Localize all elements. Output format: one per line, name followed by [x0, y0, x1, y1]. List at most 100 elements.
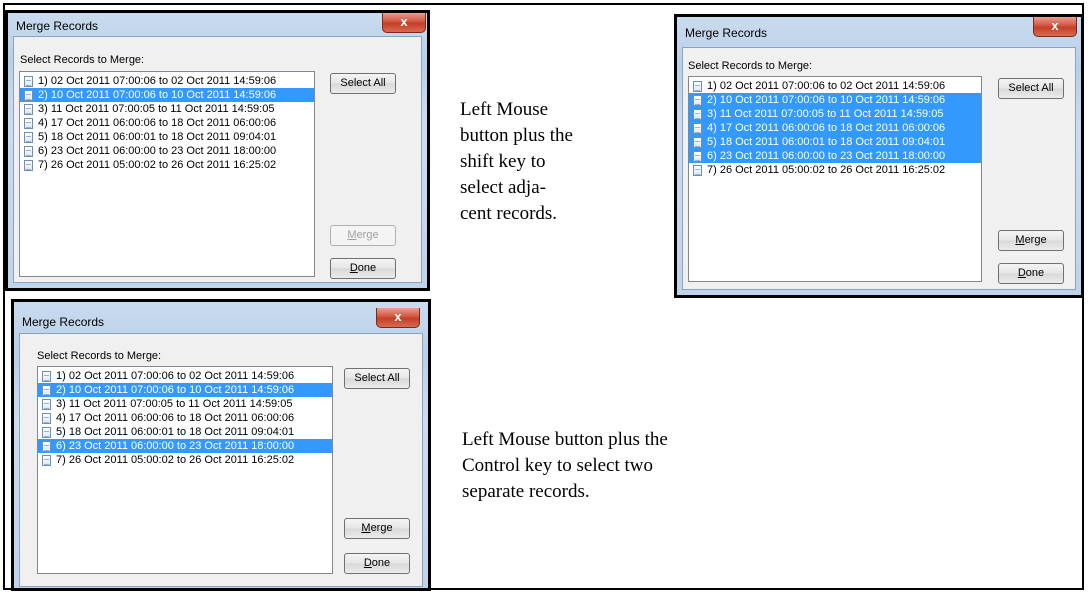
record-file-icon	[24, 89, 33, 101]
record-list-item[interactable]: 2) 10 Oct 2011 07:00:06 to 10 Oct 2011 1…	[689, 93, 981, 107]
record-label: 3) 11 Oct 2011 07:00:05 to 11 Oct 2011 1…	[56, 398, 293, 410]
record-label: 4) 17 Oct 2011 06:00:06 to 18 Oct 2011 0…	[56, 412, 295, 424]
record-file-icon	[24, 131, 33, 143]
record-file-icon	[693, 94, 702, 106]
merge-records-dialog-shift: Merge Records x Select Records to Merge:…	[674, 14, 1084, 298]
merge-label: erge	[356, 229, 379, 241]
record-list-item[interactable]: 5) 18 Oct 2011 06:00:01 to 18 Oct 2011 0…	[689, 135, 981, 149]
record-label: 6) 23 Oct 2011 06:00:00 to 23 Oct 2011 1…	[56, 440, 295, 452]
merge-mnemonic: M	[347, 229, 357, 241]
done-mnemonic: D	[363, 557, 372, 569]
record-list-item[interactable]: 7) 26 Oct 2011 05:00:02 to 26 Oct 2011 1…	[38, 453, 332, 467]
merge-button[interactable]: Merge	[330, 225, 396, 246]
record-file-icon	[42, 384, 51, 396]
record-file-icon	[24, 159, 33, 171]
records-listbox[interactable]: 1) 02 Oct 2011 07:00:06 to 02 Oct 2011 1…	[37, 366, 333, 574]
record-file-icon	[24, 145, 33, 157]
record-label: 2) 10 Oct 2011 07:00:06 to 10 Oct 2011 1…	[38, 89, 277, 101]
shift-caption: Left Mouse button plus the shift key to …	[460, 97, 573, 227]
done-button[interactable]: Done	[998, 263, 1064, 284]
record-list-item[interactable]: 5) 18 Oct 2011 06:00:01 to 18 Oct 2011 0…	[20, 130, 314, 144]
record-list-item[interactable]: 1) 02 Oct 2011 07:00:06 to 02 Oct 2011 1…	[689, 79, 981, 93]
done-label: one	[1025, 267, 1045, 279]
record-file-icon	[693, 80, 702, 92]
close-button[interactable]: x	[382, 13, 426, 33]
record-list-item[interactable]: 2) 10 Oct 2011 07:00:06 to 10 Oct 2011 1…	[38, 383, 332, 397]
record-list-item[interactable]: 1) 02 Oct 2011 07:00:06 to 02 Oct 2011 1…	[38, 369, 332, 383]
record-label: 7) 26 Oct 2011 05:00:02 to 26 Oct 2011 1…	[38, 159, 277, 171]
record-file-icon	[693, 150, 702, 162]
record-label: 5) 18 Oct 2011 06:00:01 to 18 Oct 2011 0…	[707, 136, 946, 148]
record-label: 7) 26 Oct 2011 05:00:02 to 26 Oct 2011 1…	[707, 164, 946, 176]
caption-line: select adja-	[460, 177, 546, 198]
records-listbox[interactable]: 1) 02 Oct 2011 07:00:06 to 02 Oct 2011 1…	[19, 71, 315, 277]
select-all-button[interactable]: Select All	[344, 368, 410, 389]
record-label: 1) 02 Oct 2011 07:00:06 to 02 Oct 2011 1…	[38, 75, 277, 87]
record-file-icon	[24, 117, 33, 129]
record-file-icon	[42, 426, 51, 438]
dialog-title: Merge Records	[16, 19, 99, 33]
record-label: 6) 23 Oct 2011 06:00:00 to 23 Oct 2011 1…	[707, 150, 946, 162]
record-label: 1) 02 Oct 2011 07:00:06 to 02 Oct 2011 1…	[56, 370, 295, 382]
done-label: one	[371, 557, 391, 569]
record-label: 4) 17 Oct 2011 06:00:06 to 18 Oct 2011 0…	[707, 122, 946, 134]
record-file-icon	[693, 136, 702, 148]
record-label: 7) 26 Oct 2011 05:00:02 to 26 Oct 2011 1…	[56, 454, 295, 466]
record-list-item[interactable]: 4) 17 Oct 2011 06:00:06 to 18 Oct 2011 0…	[38, 411, 332, 425]
record-label: 2) 10 Oct 2011 07:00:06 to 10 Oct 2011 1…	[707, 94, 946, 106]
merge-button[interactable]: Merge	[998, 230, 1064, 251]
control-caption: Left Mouse button plus the Control key t…	[462, 427, 668, 505]
record-file-icon	[42, 412, 51, 424]
record-list-item[interactable]: 6) 23 Oct 2011 06:00:00 to 23 Oct 2011 1…	[20, 144, 314, 158]
record-list-item[interactable]: 2) 10 Oct 2011 07:00:06 to 10 Oct 2011 1…	[20, 88, 314, 102]
select-records-label: Select Records to Merge:	[37, 350, 162, 362]
select-all-button[interactable]: Select All	[330, 73, 396, 94]
record-label: 3) 11 Oct 2011 07:00:05 to 11 Oct 2011 1…	[38, 103, 275, 115]
merge-mnemonic: M	[361, 522, 371, 534]
caption-line: cent records.	[460, 203, 558, 224]
merge-label: erge	[1024, 234, 1047, 246]
record-file-icon	[693, 122, 702, 134]
done-mnemonic: D	[1017, 267, 1026, 279]
records-listbox[interactable]: 1) 02 Oct 2011 07:00:06 to 02 Oct 2011 1…	[688, 76, 982, 282]
record-label: 5) 18 Oct 2011 06:00:01 to 18 Oct 2011 0…	[56, 426, 295, 438]
dialog-client-area: Select Records to Merge: 1) 02 Oct 2011 …	[19, 333, 423, 587]
record-file-icon	[24, 75, 33, 87]
close-button[interactable]: x	[376, 308, 420, 328]
record-list-item[interactable]: 1) 02 Oct 2011 07:00:06 to 02 Oct 2011 1…	[20, 74, 314, 88]
close-button[interactable]: x	[1033, 17, 1077, 37]
done-label: one	[357, 262, 377, 274]
record-list-item[interactable]: 3) 11 Oct 2011 07:00:05 to 11 Oct 2011 1…	[20, 102, 314, 116]
merge-records-dialog-single: Merge Records x Select Records to Merge:…	[5, 10, 430, 291]
record-label: 3) 11 Oct 2011 07:00:05 to 11 Oct 2011 1…	[707, 108, 944, 120]
dialog-title: Merge Records	[22, 315, 105, 329]
record-list-item[interactable]: 4) 17 Oct 2011 06:00:06 to 18 Oct 2011 0…	[689, 121, 981, 135]
caption-line: Left Mouse	[460, 99, 549, 120]
record-list-item[interactable]: 7) 26 Oct 2011 05:00:02 to 26 Oct 2011 1…	[20, 158, 314, 172]
record-label: 5) 18 Oct 2011 06:00:01 to 18 Oct 2011 0…	[38, 131, 277, 143]
record-list-item[interactable]: 4) 17 Oct 2011 06:00:06 to 18 Oct 2011 0…	[20, 116, 314, 130]
done-button[interactable]: Done	[330, 258, 396, 279]
caption-line: shift key to	[460, 151, 546, 172]
record-list-item[interactable]: 6) 23 Oct 2011 06:00:00 to 23 Oct 2011 1…	[689, 149, 981, 163]
dialog-client-area: Select Records to Merge: 1) 02 Oct 2011 …	[682, 47, 1076, 290]
record-list-item[interactable]: 7) 26 Oct 2011 05:00:02 to 26 Oct 2011 1…	[689, 163, 981, 177]
record-file-icon	[42, 440, 51, 452]
merge-button[interactable]: Merge	[344, 518, 410, 539]
record-file-icon	[42, 370, 51, 382]
record-list-item[interactable]: 3) 11 Oct 2011 07:00:05 to 11 Oct 2011 1…	[689, 107, 981, 121]
select-records-label: Select Records to Merge:	[20, 54, 145, 66]
done-button[interactable]: Done	[344, 553, 410, 574]
merge-label: erge	[370, 522, 393, 534]
done-mnemonic: D	[349, 262, 358, 274]
record-file-icon	[693, 108, 702, 120]
caption-line: separate records.	[462, 481, 590, 502]
caption-line: Left Mouse button plus the	[462, 429, 668, 450]
dialog-title: Merge Records	[685, 26, 768, 40]
record-list-item[interactable]: 5) 18 Oct 2011 06:00:01 to 18 Oct 2011 0…	[38, 425, 332, 439]
record-list-item[interactable]: 6) 23 Oct 2011 06:00:00 to 23 Oct 2011 1…	[38, 439, 332, 453]
record-list-item[interactable]: 3) 11 Oct 2011 07:00:05 to 11 Oct 2011 1…	[38, 397, 332, 411]
record-label: 4) 17 Oct 2011 06:00:06 to 18 Oct 2011 0…	[38, 117, 277, 129]
record-label: 2) 10 Oct 2011 07:00:06 to 10 Oct 2011 1…	[56, 384, 295, 396]
select-all-button[interactable]: Select All	[998, 78, 1064, 99]
